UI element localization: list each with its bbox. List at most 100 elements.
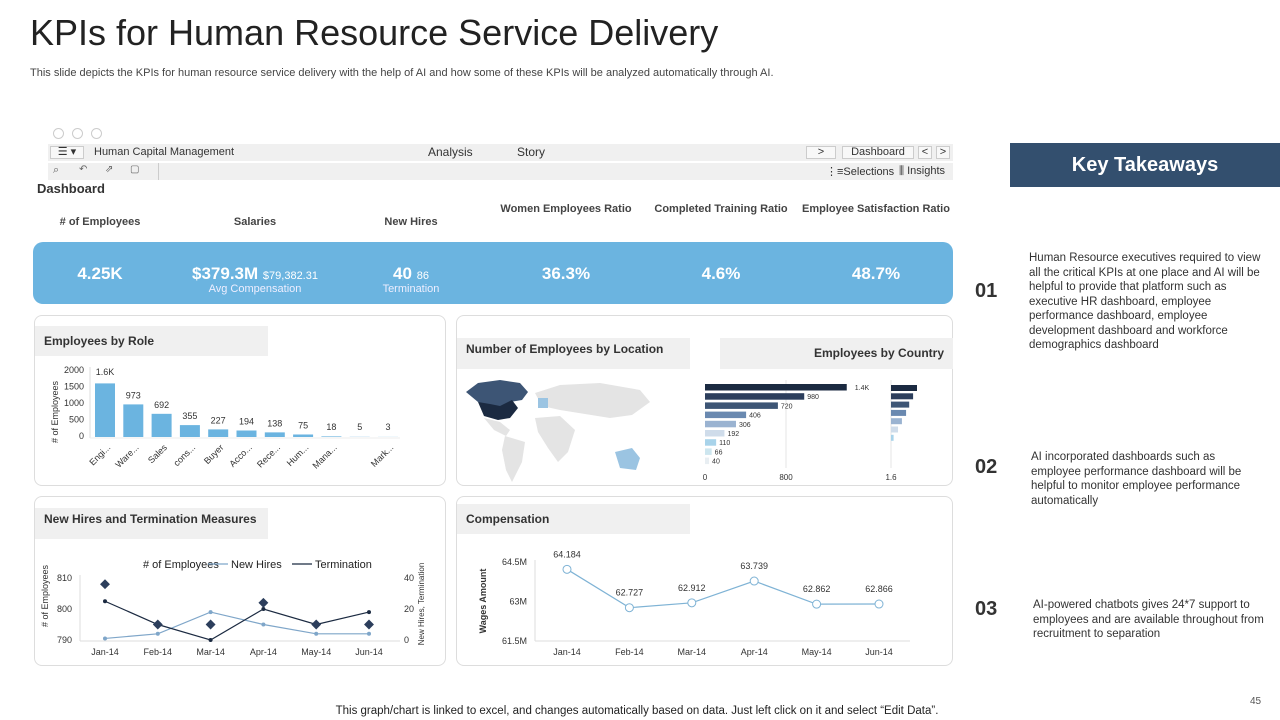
data-point bbox=[364, 619, 374, 630]
data-label: 692 bbox=[154, 400, 169, 410]
data-label: 18 bbox=[326, 422, 336, 432]
series-line bbox=[566, 568, 880, 609]
data-label: 66 bbox=[715, 449, 723, 456]
data-point bbox=[314, 631, 319, 636]
bar bbox=[705, 402, 778, 409]
takeaway-text: AI incorporated dashboards such as emplo… bbox=[1031, 451, 1242, 507]
data-label: 194 bbox=[239, 417, 254, 427]
series-line bbox=[104, 611, 369, 640]
y-tick-label: 2000 bbox=[64, 365, 84, 375]
y2-tick-label: 20 bbox=[404, 604, 414, 614]
x-tick-label: Jun-14 bbox=[865, 647, 893, 657]
bar bbox=[95, 383, 115, 437]
x-tick-label: Jan-14 bbox=[553, 647, 581, 657]
data-label: 355 bbox=[182, 411, 197, 421]
bar bbox=[891, 401, 910, 408]
data-label: 138 bbox=[267, 418, 282, 428]
bar bbox=[705, 393, 805, 400]
y-tick-label: 1000 bbox=[64, 398, 84, 408]
x-tick-label: Apr-14 bbox=[741, 647, 768, 657]
map-south-america bbox=[502, 436, 525, 482]
x-tick-label: 800 bbox=[779, 473, 793, 482]
bar bbox=[236, 430, 257, 437]
x-tick-label: Ware... bbox=[113, 442, 140, 469]
data-label: 1.4K bbox=[855, 385, 870, 392]
map-australia bbox=[615, 448, 640, 470]
data-point bbox=[208, 610, 213, 615]
bar bbox=[891, 434, 894, 441]
x-tick-label: Jun-14 bbox=[355, 647, 383, 657]
charts-layer: 2000150010005000# of Employees1.6KEngi..… bbox=[40, 365, 917, 657]
y-axis-label: Wages Amount bbox=[478, 569, 488, 634]
bar bbox=[264, 432, 285, 437]
takeaway-number: 01 bbox=[975, 280, 998, 302]
takeaway-number: 02 bbox=[975, 456, 998, 478]
y-tick-label: 800 bbox=[57, 604, 72, 614]
data-label: 306 bbox=[739, 422, 751, 429]
bar bbox=[179, 425, 200, 437]
bar bbox=[293, 434, 314, 437]
x-tick-label: Rece... bbox=[255, 442, 282, 469]
x-tick-label: Mark... bbox=[369, 442, 396, 469]
map-europe-highlight bbox=[538, 398, 548, 408]
data-point bbox=[152, 619, 163, 630]
takeaway-text: Human Resource executives required to vi… bbox=[1029, 252, 1261, 351]
data-label: 5 bbox=[357, 422, 362, 432]
x-tick-label: May-14 bbox=[301, 647, 331, 657]
y-tick-label: 1500 bbox=[64, 382, 84, 392]
x-tick-label: Sales bbox=[146, 442, 169, 465]
data-label: 973 bbox=[126, 390, 141, 400]
data-point bbox=[155, 631, 160, 636]
map-africa bbox=[535, 416, 575, 462]
bar bbox=[705, 420, 736, 428]
legend-label: # of Employees bbox=[143, 559, 219, 571]
data-label: 192 bbox=[727, 431, 739, 438]
bar bbox=[705, 430, 725, 437]
x-tick-label: 1.6 bbox=[885, 473, 897, 482]
data-point bbox=[103, 636, 107, 641]
y-tick-label: 790 bbox=[57, 635, 72, 645]
x-tick-label: Mar-14 bbox=[678, 647, 707, 657]
bar bbox=[151, 413, 172, 437]
page-number: 45 bbox=[1250, 696, 1262, 707]
data-point bbox=[258, 597, 269, 608]
key-takeaways-header: Key Takeaways bbox=[1010, 143, 1280, 187]
data-point bbox=[261, 622, 266, 627]
data-point bbox=[311, 619, 322, 630]
data-label: 1.6K bbox=[96, 367, 115, 377]
y2-tick-label: 0 bbox=[404, 635, 409, 645]
bar bbox=[891, 409, 907, 416]
takeaway-number: 03 bbox=[975, 598, 998, 620]
data-label: 980 bbox=[807, 394, 819, 401]
data-point bbox=[103, 599, 107, 604]
data-point bbox=[562, 564, 572, 574]
bar bbox=[123, 404, 144, 437]
data-label: 63.739 bbox=[740, 561, 768, 571]
y-tick-label: 0 bbox=[79, 431, 84, 441]
legend-label: New Hires bbox=[231, 559, 282, 571]
data-label: 406 bbox=[749, 413, 761, 420]
data-label: 227 bbox=[211, 415, 226, 425]
bar bbox=[705, 384, 847, 391]
y-tick-label: 500 bbox=[69, 415, 84, 425]
y-axis-label: # of Employees bbox=[40, 564, 50, 627]
x-tick-label: Jan-14 bbox=[91, 647, 119, 657]
map-central-america bbox=[484, 418, 510, 436]
x-tick-label: Mana... bbox=[311, 442, 339, 470]
bar bbox=[208, 429, 229, 437]
bar bbox=[705, 411, 747, 419]
data-label: 720 bbox=[781, 403, 793, 410]
x-tick-label: Feb-14 bbox=[144, 647, 173, 657]
data-label: 62.862 bbox=[803, 584, 831, 594]
data-point bbox=[100, 579, 110, 590]
bar bbox=[705, 439, 717, 446]
y-axis-label: # of Employees bbox=[50, 380, 60, 443]
y2-tick-label: 40 bbox=[404, 573, 414, 583]
bar bbox=[891, 393, 914, 400]
data-point bbox=[687, 598, 697, 608]
data-label: 40 bbox=[712, 459, 720, 466]
data-point bbox=[205, 619, 216, 630]
data-point bbox=[874, 599, 884, 609]
y-tick-label: 810 bbox=[57, 573, 72, 583]
legend-label: Termination bbox=[315, 559, 372, 571]
